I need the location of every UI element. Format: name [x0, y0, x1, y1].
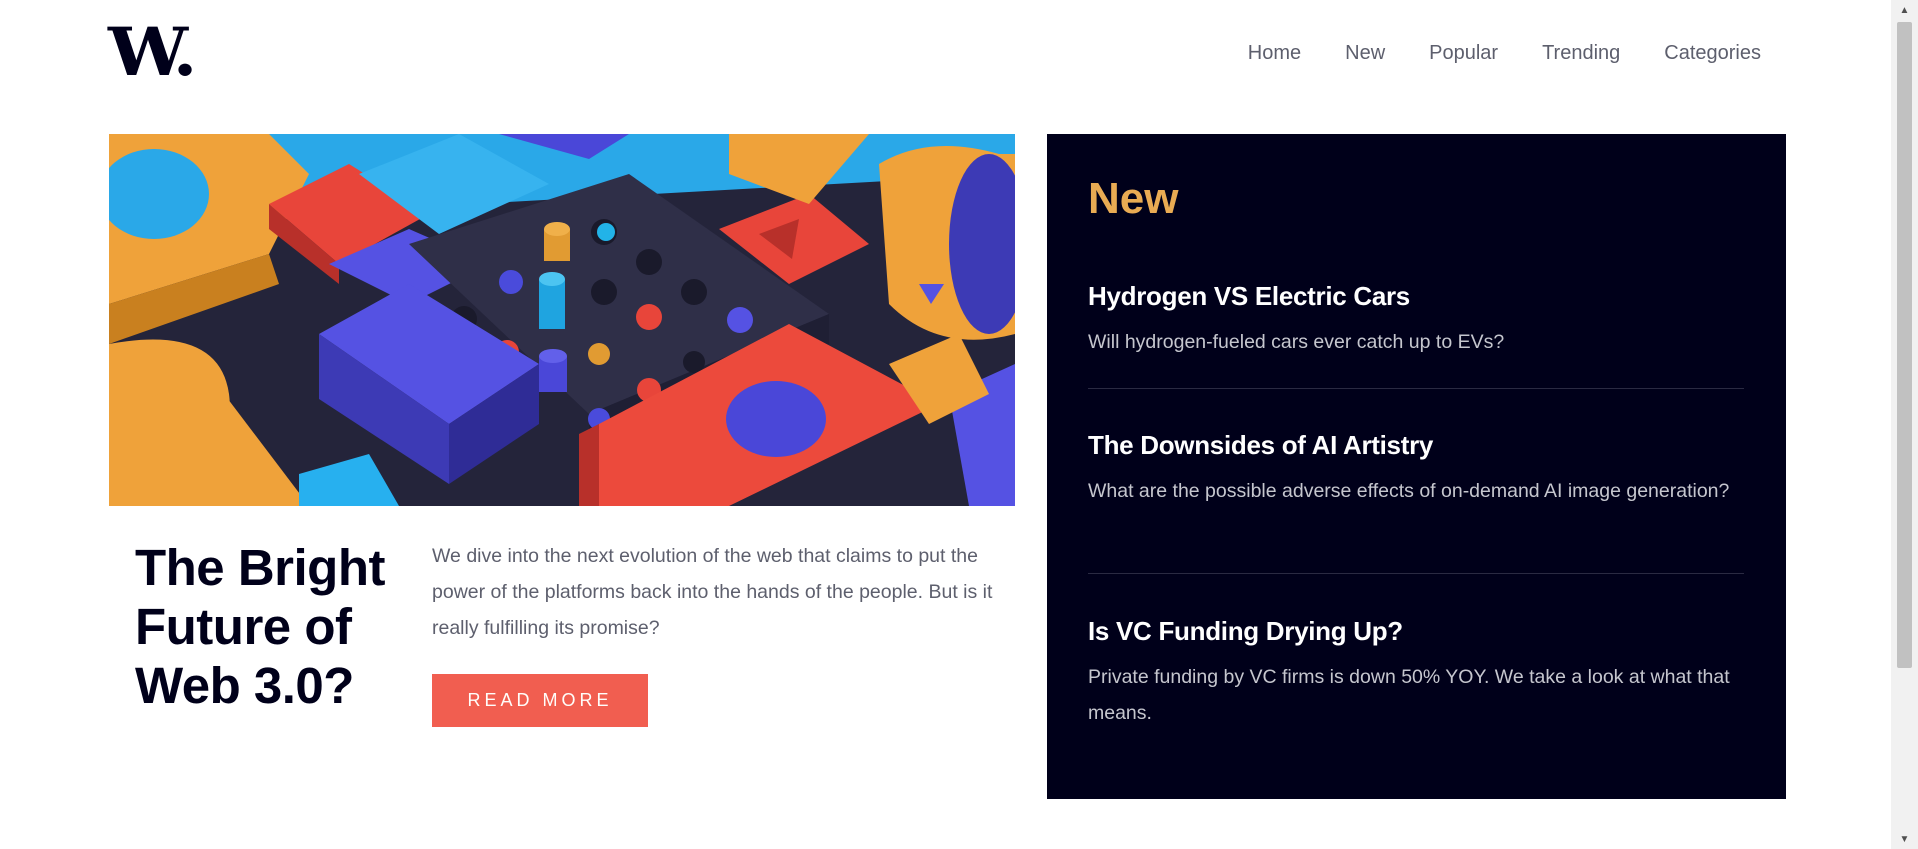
new-section-heading: New [1088, 174, 1179, 223]
news-item-description: Private funding by VC firms is down 50% … [1088, 666, 1730, 724]
page: W. Home New Popular Trending Categories [0, 0, 1918, 849]
read-more-button[interactable]: READ MORE [432, 674, 648, 727]
news-item-title[interactable]: Is VC Funding Drying Up? [1088, 615, 1744, 647]
hero-description: We dive into the next evolution of the w… [432, 545, 993, 639]
vertical-scrollbar[interactable]: ▲ ▼ [1891, 0, 1918, 849]
site-logo[interactable]: W. [108, 19, 197, 85]
news-item[interactable]: Is VC Funding Drying Up? Private funding… [1088, 615, 1744, 731]
hero-image [109, 134, 1015, 506]
hero-illustration [109, 134, 1015, 506]
news-divider [1088, 388, 1744, 389]
news-divider [1088, 573, 1744, 574]
nav-home[interactable]: Home [1248, 42, 1301, 65]
news-item-description: Will hydrogen-fueled cars ever catch up … [1088, 331, 1505, 353]
nav-popular[interactable]: Popular [1429, 42, 1498, 65]
news-item-title[interactable]: The Downsides of AI Artistry [1088, 429, 1744, 461]
news-item[interactable]: The Downsides of AI Artistry What are th… [1088, 429, 1744, 509]
hero-title: The Bright Future of Web 3.0? [135, 539, 385, 714]
scroll-up-arrow-icon[interactable]: ▲ [1891, 0, 1918, 20]
new-articles-panel: New Hydrogen VS Electric Cars Will hydro… [1047, 134, 1786, 799]
scroll-down-arrow-icon[interactable]: ▼ [1891, 829, 1918, 849]
nav-new[interactable]: New [1345, 42, 1385, 65]
news-item-title[interactable]: Hydrogen VS Electric Cars [1088, 280, 1744, 312]
news-item[interactable]: Hydrogen VS Electric Cars Will hydrogen-… [1088, 280, 1744, 360]
main-nav: Home New Popular Trending Categories [1248, 42, 1761, 65]
nav-categories[interactable]: Categories [1664, 42, 1761, 65]
news-item-description: What are the possible adverse effects of… [1088, 480, 1730, 502]
nav-trending[interactable]: Trending [1542, 42, 1620, 65]
scroll-thumb[interactable] [1897, 22, 1912, 668]
